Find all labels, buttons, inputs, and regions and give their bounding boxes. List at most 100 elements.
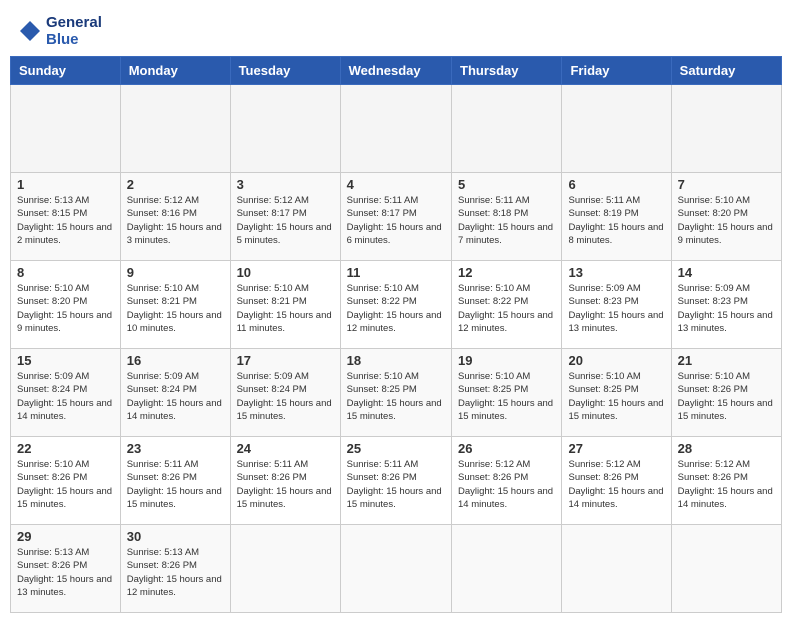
day-number: 11 — [347, 265, 445, 280]
day-number: 19 — [458, 353, 555, 368]
calendar-cell: 21Sunrise: 5:10 AMSunset: 8:26 PMDayligh… — [671, 349, 781, 437]
day-info: Sunrise: 5:09 AMSunset: 8:23 PMDaylight:… — [678, 282, 775, 335]
day-number: 14 — [678, 265, 775, 280]
day-info: Sunrise: 5:13 AMSunset: 8:26 PMDaylight:… — [127, 546, 224, 599]
day-number: 1 — [17, 177, 114, 192]
day-info: Sunrise: 5:10 AMSunset: 8:22 PMDaylight:… — [458, 282, 555, 335]
day-info: Sunrise: 5:11 AMSunset: 8:19 PMDaylight:… — [568, 194, 664, 247]
day-number: 23 — [127, 441, 224, 456]
day-number: 7 — [678, 177, 775, 192]
day-number: 26 — [458, 441, 555, 456]
column-header-thursday: Thursday — [452, 57, 562, 85]
calendar-table: SundayMondayTuesdayWednesdayThursdayFrid… — [10, 56, 782, 613]
day-info: Sunrise: 5:12 AMSunset: 8:17 PMDaylight:… — [237, 194, 334, 247]
logo-text: General Blue — [46, 14, 102, 48]
day-info: Sunrise: 5:09 AMSunset: 8:24 PMDaylight:… — [127, 370, 224, 423]
calendar-week-row: 1 Sunrise: 5:13 AMSunset: 8:15 PMDaylight… — [11, 173, 782, 261]
day-number: 22 — [17, 441, 114, 456]
day-number: 8 — [17, 265, 114, 280]
calendar-cell: 30 Sunrise: 5:13 AMSunset: 8:26 PMDayligh… — [120, 525, 230, 613]
day-number: 5 — [458, 177, 555, 192]
day-info: Sunrise: 5:11 AMSunset: 8:26 PMDaylight:… — [127, 458, 224, 511]
day-number: 9 — [127, 265, 224, 280]
calendar-cell: 4 Sunrise: 5:11 AMSunset: 8:17 PMDaylight… — [340, 173, 451, 261]
day-number: 16 — [127, 353, 224, 368]
day-number: 29 — [17, 529, 114, 544]
day-info: Sunrise: 5:10 AMSunset: 8:22 PMDaylight:… — [347, 282, 445, 335]
calendar-week-row: 15 Sunrise: 5:09 AMSunset: 8:24 PMDayligh… — [11, 349, 782, 437]
calendar-cell: 18Sunrise: 5:10 AMSunset: 8:25 PMDayligh… — [340, 349, 451, 437]
day-info: Sunrise: 5:10 AMSunset: 8:20 PMDaylight:… — [678, 194, 775, 247]
column-header-wednesday: Wednesday — [340, 57, 451, 85]
day-info: Sunrise: 5:11 AMSunset: 8:26 PMDaylight:… — [237, 458, 334, 511]
calendar-cell — [340, 525, 451, 613]
day-info: Sunrise: 5:11 AMSunset: 8:17 PMDaylight:… — [347, 194, 445, 247]
day-info: Sunrise: 5:10 AMSunset: 8:25 PMDaylight:… — [458, 370, 555, 423]
day-info: Sunrise: 5:10 AMSunset: 8:25 PMDaylight:… — [568, 370, 664, 423]
calendar-week-row: 8 Sunrise: 5:10 AMSunset: 8:20 PMDaylight… — [11, 261, 782, 349]
day-number: 3 — [237, 177, 334, 192]
calendar-cell: 23 Sunrise: 5:11 AMSunset: 8:26 PMDayligh… — [120, 437, 230, 525]
calendar-cell: 12 Sunrise: 5:10 AMSunset: 8:22 PMDayligh… — [452, 261, 562, 349]
day-number: 15 — [17, 353, 114, 368]
day-number: 28 — [678, 441, 775, 456]
day-number: 25 — [347, 441, 445, 456]
calendar-cell: 11 Sunrise: 5:10 AMSunset: 8:22 PMDayligh… — [340, 261, 451, 349]
calendar-cell: 1 Sunrise: 5:13 AMSunset: 8:15 PMDaylight… — [11, 173, 121, 261]
column-header-monday: Monday — [120, 57, 230, 85]
day-number: 6 — [568, 177, 664, 192]
calendar-cell: 27 Sunrise: 5:12 AMSunset: 8:26 PMDayligh… — [562, 437, 671, 525]
logo-icon — [14, 17, 42, 45]
calendar-cell — [671, 85, 781, 173]
calendar-cell: 15Sunrise: 5:09 AMSunset: 8:24 PMDayligh… — [11, 349, 121, 437]
day-number: 27 — [568, 441, 664, 456]
calendar-cell: 26 Sunrise: 5:12 AMSunset: 8:26 PMDayligh… — [452, 437, 562, 525]
calendar-cell: 14 Sunrise: 5:09 AMSunset: 8:23 PMDayligh… — [671, 261, 781, 349]
calendar-cell: 17 Sunrise: 5:09 AMSunset: 8:24 PMDayligh… — [230, 349, 340, 437]
calendar-cell — [120, 85, 230, 173]
page-header: General Blue — [10, 10, 782, 48]
column-header-sunday: Sunday — [11, 57, 121, 85]
calendar-cell: 13 Sunrise: 5:09 AMSunset: 8:23 PMDayligh… — [562, 261, 671, 349]
day-info: Sunrise: 5:13 AMSunset: 8:15 PMDaylight:… — [17, 194, 114, 247]
calendar-cell — [452, 85, 562, 173]
day-info: Sunrise: 5:12 AMSunset: 8:26 PMDaylight:… — [458, 458, 555, 511]
day-number: 4 — [347, 177, 445, 192]
day-info: Sunrise: 5:10 AMSunset: 8:20 PMDaylight:… — [17, 282, 114, 335]
day-info: Sunrise: 5:11 AMSunset: 8:18 PMDaylight:… — [458, 194, 555, 247]
calendar-cell — [340, 85, 451, 173]
column-header-tuesday: Tuesday — [230, 57, 340, 85]
logo: General Blue — [14, 14, 102, 48]
day-info: Sunrise: 5:10 AMSunset: 8:21 PMDaylight:… — [237, 282, 334, 335]
calendar-cell: 20Sunrise: 5:10 AMSunset: 8:25 PMDayligh… — [562, 349, 671, 437]
day-number: 2 — [127, 177, 224, 192]
day-info: Sunrise: 5:12 AMSunset: 8:16 PMDaylight:… — [127, 194, 224, 247]
calendar-cell: 7 Sunrise: 5:10 AMSunset: 8:20 PMDaylight… — [671, 173, 781, 261]
day-info: Sunrise: 5:10 AMSunset: 8:21 PMDaylight:… — [127, 282, 224, 335]
calendar-cell: 24Sunrise: 5:11 AMSunset: 8:26 PMDayligh… — [230, 437, 340, 525]
day-info: Sunrise: 5:13 AMSunset: 8:26 PMDaylight:… — [17, 546, 114, 599]
column-header-saturday: Saturday — [671, 57, 781, 85]
calendar-cell: 28 Sunrise: 5:12 AMSunset: 8:26 PMDayligh… — [671, 437, 781, 525]
day-number: 10 — [237, 265, 334, 280]
calendar-cell — [671, 525, 781, 613]
column-header-friday: Friday — [562, 57, 671, 85]
day-number: 13 — [568, 265, 664, 280]
day-number: 30 — [127, 529, 224, 544]
calendar-cell: 10 Sunrise: 5:10 AMSunset: 8:21 PMDayligh… — [230, 261, 340, 349]
calendar-cell: 29 Sunrise: 5:13 AMSunset: 8:26 PMDayligh… — [11, 525, 121, 613]
day-info: Sunrise: 5:12 AMSunset: 8:26 PMDaylight:… — [678, 458, 775, 511]
day-number: 18 — [347, 353, 445, 368]
calendar-cell: 16 Sunrise: 5:09 AMSunset: 8:24 PMDayligh… — [120, 349, 230, 437]
calendar-cell — [230, 525, 340, 613]
day-info: Sunrise: 5:12 AMSunset: 8:26 PMDaylight:… — [568, 458, 664, 511]
day-number: 12 — [458, 265, 555, 280]
day-number: 17 — [237, 353, 334, 368]
calendar-cell: 9 Sunrise: 5:10 AMSunset: 8:21 PMDaylight… — [120, 261, 230, 349]
day-info: Sunrise: 5:09 AMSunset: 8:23 PMDaylight:… — [568, 282, 664, 335]
day-number: 21 — [678, 353, 775, 368]
calendar-cell: 8 Sunrise: 5:10 AMSunset: 8:20 PMDaylight… — [11, 261, 121, 349]
day-info: Sunrise: 5:09 AMSunset: 8:24 PMDaylight:… — [237, 370, 334, 423]
calendar-cell: 2 Sunrise: 5:12 AMSunset: 8:16 PMDaylight… — [120, 173, 230, 261]
calendar-cell: 5 Sunrise: 5:11 AMSunset: 8:18 PMDaylight… — [452, 173, 562, 261]
